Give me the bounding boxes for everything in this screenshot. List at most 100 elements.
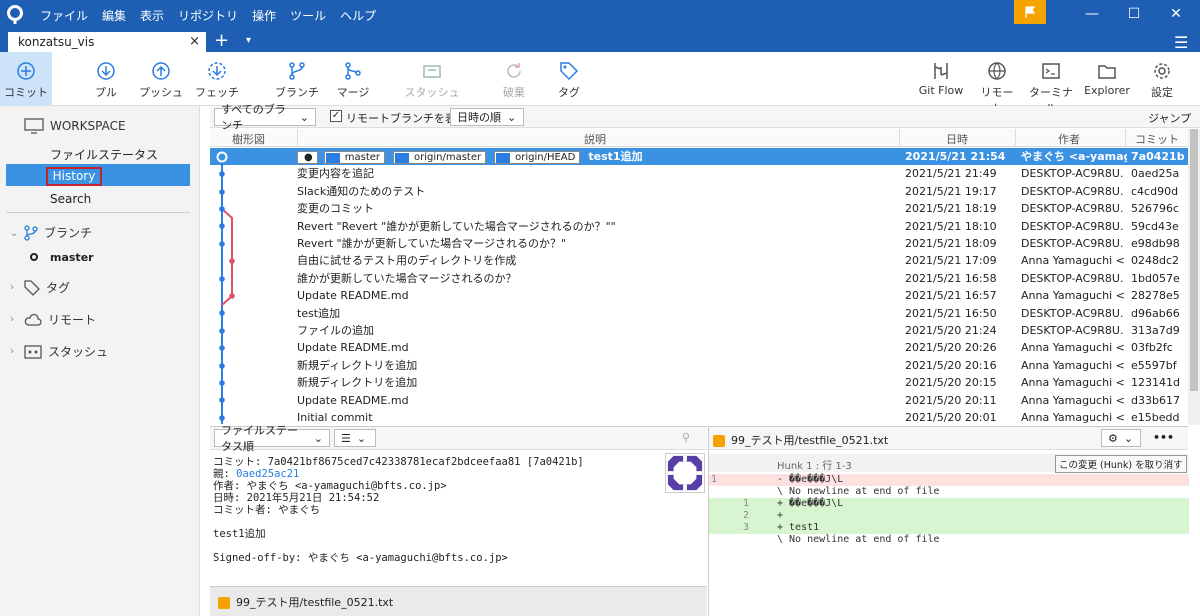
commit-hash: 123141d <box>1131 376 1180 390</box>
repo-tab[interactable]: konzatsu_vis × <box>8 32 206 52</box>
tab-dropdown-icon[interactable]: ▾ <box>246 32 251 50</box>
scrollbar-thumb[interactable] <box>1190 129 1198 391</box>
table-row[interactable]: test追加 2021/5/21 16:50 DESKTOP-AC9R8U. d96a… <box>210 305 1188 322</box>
diff-line-text: + <box>777 510 784 521</box>
show-remote-label: リモートブランチを表示 <box>346 112 467 125</box>
table-row[interactable]: 新規ディレクトリを追加 2021/5/20 20:16 Anna Yamaguchi… <box>210 357 1188 374</box>
table-row[interactable]: ファイルの追加 2021/5/20 21:24 DESKTOP-AC9R8U. 313… <box>210 322 1188 339</box>
chevron-right-icon[interactable]: › <box>10 346 14 357</box>
commit-label: コミット <box>4 86 48 99</box>
commit-hash: 1bd057e <box>1131 271 1180 285</box>
table-row[interactable]: Update README.md 2021/5/21 16:57 Anna Yama… <box>210 287 1188 304</box>
table-row[interactable]: Revert "Revert "誰かが更新していた場合マージされるのか？"" 20… <box>210 218 1188 235</box>
stash-button[interactable]: スタッシュ <box>404 52 460 106</box>
sidebar-item-search[interactable]: Search <box>50 192 91 206</box>
commit-hash: d96ab66 <box>1131 306 1180 320</box>
close-window-button[interactable]: ✕ <box>1162 4 1190 24</box>
view-mode-dropdown[interactable]: ☰ ⌄ <box>334 429 376 447</box>
sidebar-item-file-status[interactable]: ファイルステータス <box>50 146 158 163</box>
fetch-button[interactable]: フェッチ <box>194 52 240 106</box>
table-row[interactable]: Initial commit 2021/5/20 20:01 Anna Yamagu… <box>210 409 1188 424</box>
terminal-button[interactable]: ターミナル <box>1026 52 1076 115</box>
menu-help[interactable]: ヘルプ <box>340 7 376 24</box>
menu-tools[interactable]: ツール <box>290 7 326 24</box>
menu-actions[interactable]: 操作 <box>252 7 276 24</box>
new-line-number: 3 <box>742 522 749 533</box>
new-tab-button[interactable]: + <box>214 30 229 52</box>
sidebar-item-master[interactable]: master <box>50 251 94 264</box>
file-sort-dropdown[interactable]: ファイルステータス順 ⌄ <box>214 424 330 453</box>
sort-dropdown[interactable]: 日時の順 ⌄ <box>450 108 524 126</box>
list-item[interactable]: 99_テスト用/testfile_0521.txt <box>218 594 393 610</box>
minimize-button[interactable]: — <box>1078 4 1106 24</box>
repo-tab-label: konzatsu_vis <box>18 35 95 49</box>
tags-header[interactable]: タグ <box>24 279 70 296</box>
commit-author: DESKTOP-AC9R8U. <box>1021 202 1124 216</box>
discard-hunk-button[interactable]: この変更 (Hunk) を取り消す <box>1055 455 1187 473</box>
menu-bar: ファイル 編集 表示 リポジトリ 操作 ツール ヘルプ <box>40 7 390 24</box>
log-scrollbar[interactable] <box>1188 129 1200 425</box>
pull-label: プル <box>95 86 117 99</box>
column-commit[interactable]: コミット <box>1135 131 1179 147</box>
merge-button[interactable]: マージ <box>330 52 376 106</box>
column-author[interactable]: 作者 <box>1058 131 1080 147</box>
menu-view[interactable]: 表示 <box>140 7 164 24</box>
show-remote-checkbox[interactable]: ✓ <box>330 110 342 122</box>
commit-author: Anna Yamaguchi < <box>1021 254 1125 268</box>
push-button[interactable]: プッシュ <box>136 52 186 106</box>
tag-button[interactable]: タグ <box>548 52 590 106</box>
column-date[interactable]: 日時 <box>946 131 968 147</box>
hamburger-menu-icon[interactable]: ☰ <box>1174 33 1188 52</box>
discard-button[interactable]: 破棄 <box>492 52 536 106</box>
table-row[interactable]: ● master origin/master origin/HEAD test1追加 2… <box>210 148 1188 166</box>
search-icon[interactable]: ⚲ <box>682 431 690 444</box>
chevron-right-icon[interactable]: › <box>10 282 14 293</box>
more-options-icon[interactable]: ••• <box>1153 431 1174 444</box>
modified-file-icon <box>713 435 725 447</box>
column-graph[interactable]: 樹形図 <box>232 131 265 147</box>
table-row[interactable]: Update README.md 2021/5/20 20:11 Anna Yama… <box>210 392 1188 409</box>
remote-button[interactable]: リモート <box>976 52 1018 115</box>
menu-file[interactable]: ファイル <box>40 7 88 24</box>
ref-badge-origin-head[interactable]: origin/HEAD <box>494 150 581 164</box>
table-row[interactable]: Slack通知のためのテスト 2021/5/21 19:17 DESKTOP-AC9… <box>210 183 1188 200</box>
menu-repository[interactable]: リポジトリ <box>178 7 238 24</box>
chevron-down-icon[interactable]: ⌄ <box>10 228 18 239</box>
diff-options-dropdown[interactable]: ⚙ ⌄ <box>1101 429 1141 447</box>
branch-icon <box>289 62 305 80</box>
ref-badge-master[interactable]: master <box>323 150 385 164</box>
commit-button[interactable]: コミット <box>0 52 52 106</box>
push-label: プッシュ <box>139 86 183 99</box>
settings-button[interactable]: 設定 <box>1142 52 1182 106</box>
filter-bar: すべてのブランチ ⌄ ✓ リモートブランチを表示 日時の順 ⌄ ジャンプ先: <box>210 103 1200 141</box>
new-line-number: 2 <box>742 510 749 521</box>
commit-date: 2021/5/20 21:24 <box>905 324 997 337</box>
table-row[interactable]: 変更内容を追記 2021/5/21 21:49 DESKTOP-AC9R8U. 0ae… <box>210 165 1188 182</box>
stashes-header[interactable]: スタッシュ <box>24 343 108 360</box>
remotes-header[interactable]: リモート <box>24 311 96 328</box>
commit-message: test追加 <box>297 306 341 320</box>
maximize-button[interactable]: ☐ <box>1120 4 1148 24</box>
table-row[interactable]: Update README.md 2021/5/20 20:26 Anna Yama… <box>210 339 1188 356</box>
avatar <box>665 453 705 493</box>
menu-edit[interactable]: 編集 <box>102 7 126 24</box>
explorer-button[interactable]: Explorer <box>1082 52 1132 106</box>
table-row[interactable]: 新規ディレクトリを追加 2021/5/20 20:15 Anna Yamaguchi… <box>210 374 1188 391</box>
commit-author: DESKTOP-AC9R8U. <box>1021 237 1124 250</box>
commit-hash: d33b617 <box>1131 393 1180 407</box>
table-row[interactable]: Revert "誰かが更新していた場合マージされるのか？" 2021/5/21 1… <box>210 235 1188 252</box>
column-separator <box>1015 129 1016 147</box>
table-row[interactable]: 変更のコミット 2021/5/21 18:19 DESKTOP-AC9R8U. 526… <box>210 200 1188 217</box>
branches-header[interactable]: ブランチ <box>24 224 92 241</box>
gitflow-button[interactable]: Git Flow <box>916 52 966 106</box>
pull-button[interactable]: プル <box>82 52 130 106</box>
branch-filter-dropdown[interactable]: すべてのブランチ ⌄ <box>214 103 316 132</box>
table-row[interactable]: 誰かが更新していた場合マージされるのか？ 2021/5/21 16:58 DESKT… <box>210 270 1188 287</box>
flag-button[interactable] <box>1014 0 1046 24</box>
column-description[interactable]: 説明 <box>584 131 606 147</box>
chevron-right-icon[interactable]: › <box>10 314 14 325</box>
branch-button[interactable]: ブランチ <box>274 52 320 106</box>
ref-badge-origin-master[interactable]: origin/master <box>393 150 487 164</box>
close-tab-icon[interactable]: × <box>189 34 200 49</box>
table-row[interactable]: 自由に試せるテスト用のディレクトリを作成 2021/5/21 17:09 Anna … <box>210 252 1188 269</box>
